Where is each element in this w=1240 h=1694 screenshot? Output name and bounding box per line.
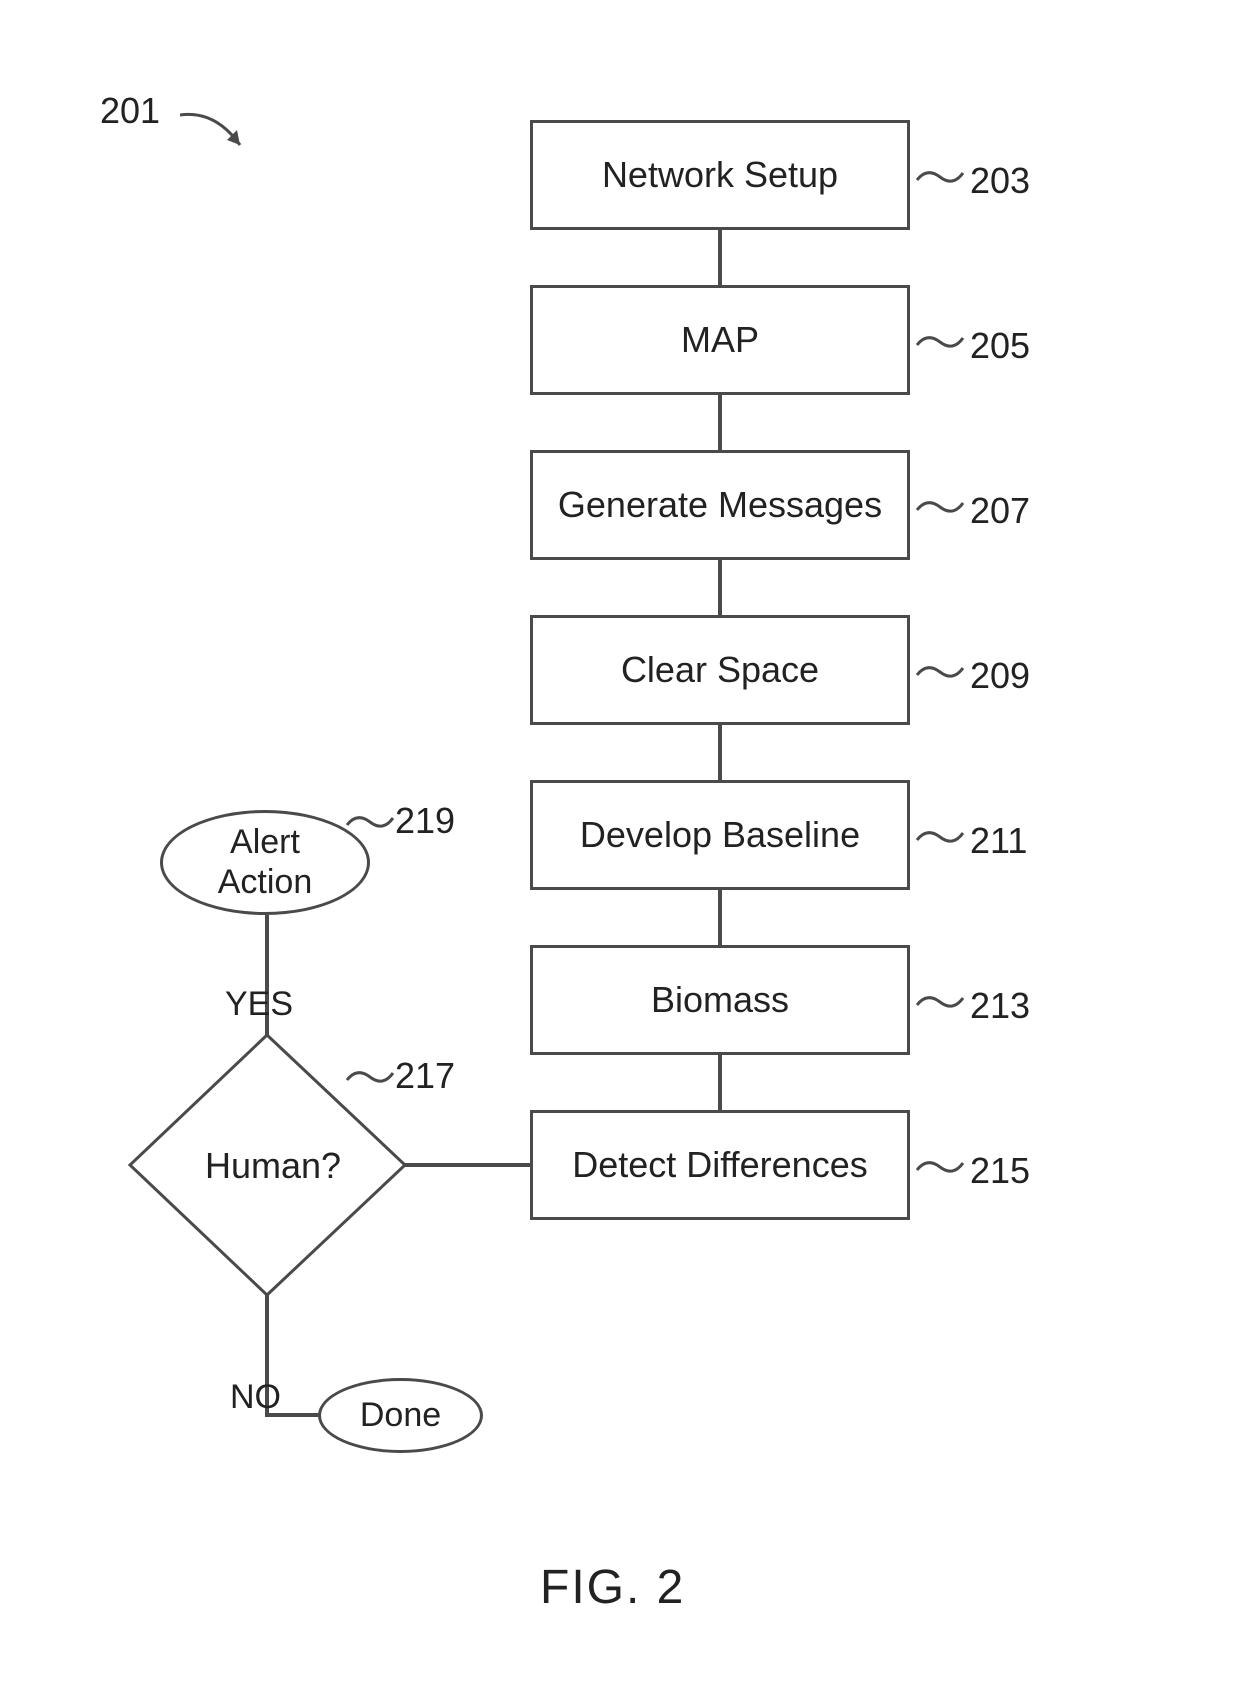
ref-209: 209: [970, 655, 1030, 697]
box-label: Develop Baseline: [580, 814, 860, 856]
box-label: Biomass: [651, 979, 789, 1021]
ref-217: 217: [395, 1055, 455, 1097]
terminator-alert-action: Alert Action: [160, 810, 370, 915]
tilde-205: [915, 330, 965, 355]
tilde-207: [915, 495, 965, 520]
connector-line: [718, 725, 722, 780]
connector-line: [265, 1413, 320, 1417]
decision-label: Human?: [205, 1145, 341, 1187]
box-clear-space: Clear Space: [530, 615, 910, 725]
terminator-label: Alert Action: [218, 823, 313, 901]
tilde-213: [915, 990, 965, 1015]
ref-201: 201: [100, 90, 160, 132]
ref-213: 213: [970, 985, 1030, 1027]
terminator-done: Done: [318, 1378, 483, 1453]
box-label: MAP: [681, 319, 759, 361]
ref-203: 203: [970, 160, 1030, 202]
tilde-203: [915, 165, 965, 190]
ref-211: 211: [970, 820, 1027, 862]
box-biomass: Biomass: [530, 945, 910, 1055]
tilde-215: [915, 1155, 965, 1180]
ref-219: 219: [395, 800, 455, 842]
box-map: MAP: [530, 285, 910, 395]
ref-215: 215: [970, 1150, 1030, 1192]
connector-line: [718, 395, 722, 450]
connector-line: [718, 1055, 722, 1110]
box-label: Detect Differences: [572, 1144, 867, 1186]
box-network-setup: Network Setup: [530, 120, 910, 230]
edge-yes: YES: [225, 985, 293, 1024]
box-label: Network Setup: [602, 154, 838, 196]
arrow-201: [175, 100, 265, 170]
box-generate-messages: Generate Messages: [530, 450, 910, 560]
box-develop-baseline: Develop Baseline: [530, 780, 910, 890]
connector-line: [718, 230, 722, 285]
terminator-label: Done: [360, 1396, 441, 1435]
tilde-219: [345, 810, 395, 835]
tilde-211: [915, 825, 965, 850]
figure-label: FIG. 2: [540, 1560, 685, 1615]
box-label: Generate Messages: [558, 484, 882, 526]
ref-207: 207: [970, 490, 1030, 532]
box-detect-differences: Detect Differences: [530, 1110, 910, 1220]
connector-line: [400, 1163, 530, 1167]
tilde-217: [345, 1065, 395, 1090]
tilde-209: [915, 660, 965, 685]
ref-205: 205: [970, 325, 1030, 367]
edge-no: NO: [230, 1378, 281, 1417]
connector-line: [718, 890, 722, 945]
connector-line: [718, 560, 722, 615]
box-label: Clear Space: [621, 649, 819, 691]
